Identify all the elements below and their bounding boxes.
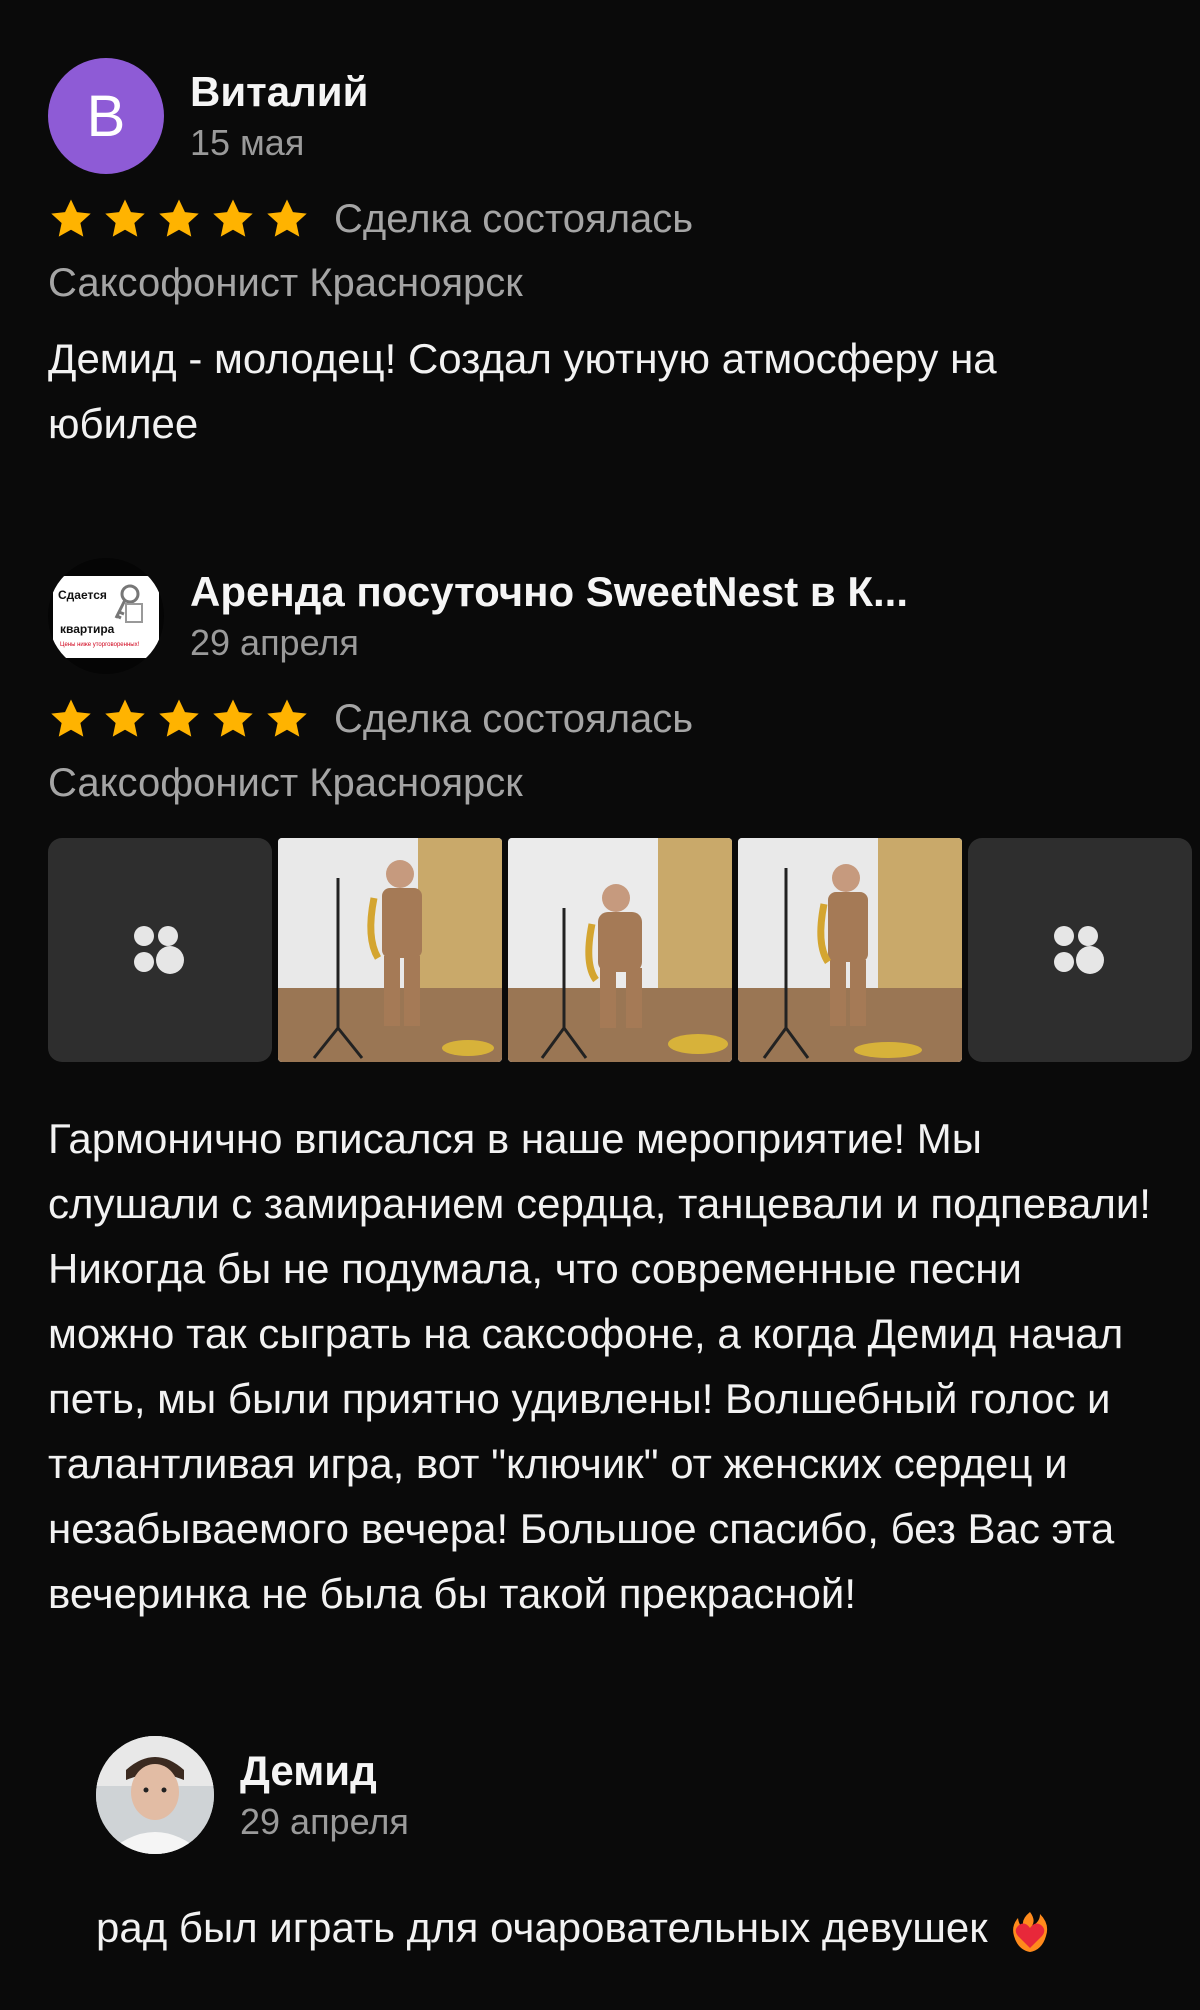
photo-placeholder[interactable]	[968, 838, 1192, 1062]
avatar[interactable]: В	[48, 58, 164, 174]
key-icon	[114, 584, 143, 623]
reply-header: Демид 29 апреля	[96, 1736, 1152, 1854]
photo-gallery	[48, 838, 1192, 1062]
image-placeholder-icon	[1054, 926, 1104, 974]
review-date: 29 апреля	[190, 622, 359, 663]
star-rating	[48, 196, 318, 242]
avatar[interactable]	[96, 1736, 214, 1854]
reply-text: рад был играть для очаровательных девуше…	[96, 1904, 988, 1951]
seller-reply: Демид 29 апреля рад был играть для очаро…	[96, 1736, 1152, 1958]
deal-status: Сделка состоялась	[334, 696, 694, 741]
image-placeholder-icon	[134, 926, 184, 974]
saxophonist-photo	[278, 838, 502, 1062]
saxophonist-photo	[738, 838, 962, 1062]
star-icon	[105, 199, 145, 237]
reply-author[interactable]: Демид	[240, 1745, 409, 1797]
star-icon	[267, 699, 307, 737]
reply-date: 29 апреля	[240, 1801, 409, 1842]
review-text: Гармонично вписался в наше мероприятие! …	[48, 1115, 1151, 1617]
star-icon	[159, 199, 199, 237]
review-author[interactable]: Аренда посуточно SweetNest в К...	[190, 566, 908, 618]
logo-text: Сдается	[58, 588, 107, 602]
review-photo[interactable]	[278, 838, 502, 1062]
review-card: Сдается квартира Цены ниже уторговоренны…	[48, 558, 1192, 1626]
star-icon	[51, 199, 91, 237]
review-header: В Виталий 15 мая	[48, 58, 1152, 174]
star-icon	[159, 699, 199, 737]
logo-text: квартира	[60, 622, 115, 636]
review-photo[interactable]	[738, 838, 962, 1062]
rating-row: Сделка состоялась	[48, 196, 1152, 242]
star-rating	[48, 696, 318, 742]
person-photo	[96, 1736, 214, 1854]
saxophonist-photo	[508, 838, 732, 1062]
rating-row: Сделка состоялась	[48, 696, 1152, 742]
avatar[interactable]: Сдается квартира Цены ниже уторговоренны…	[48, 558, 164, 674]
review-category: Саксофонист Красноярск	[48, 261, 523, 305]
review-text: Демид - молодец! Создал уютную атмосферу…	[48, 335, 997, 447]
review-date: 15 мая	[190, 122, 305, 163]
star-icon	[51, 699, 91, 737]
review-photo[interactable]	[508, 838, 732, 1062]
review-card: В Виталий 15 мая Сделка состоялась Саксо…	[48, 58, 1152, 456]
star-icon	[267, 199, 307, 237]
review-header: Сдается квартира Цены ниже уторговоренны…	[48, 558, 1152, 674]
review-author[interactable]: Виталий	[190, 66, 368, 118]
star-icon	[213, 699, 253, 737]
heart-on-fire-icon	[1013, 1911, 1048, 1952]
logo-text: Цены ниже уторговоренных!	[60, 642, 140, 648]
star-icon	[213, 199, 253, 237]
star-icon	[105, 699, 145, 737]
reply-text-row: рад был играть для очаровательных девуше…	[96, 1898, 1152, 1958]
deal-status: Сделка состоялась	[334, 196, 694, 241]
review-category: Саксофонист Красноярск	[48, 761, 523, 805]
photo-placeholder[interactable]	[48, 838, 272, 1062]
